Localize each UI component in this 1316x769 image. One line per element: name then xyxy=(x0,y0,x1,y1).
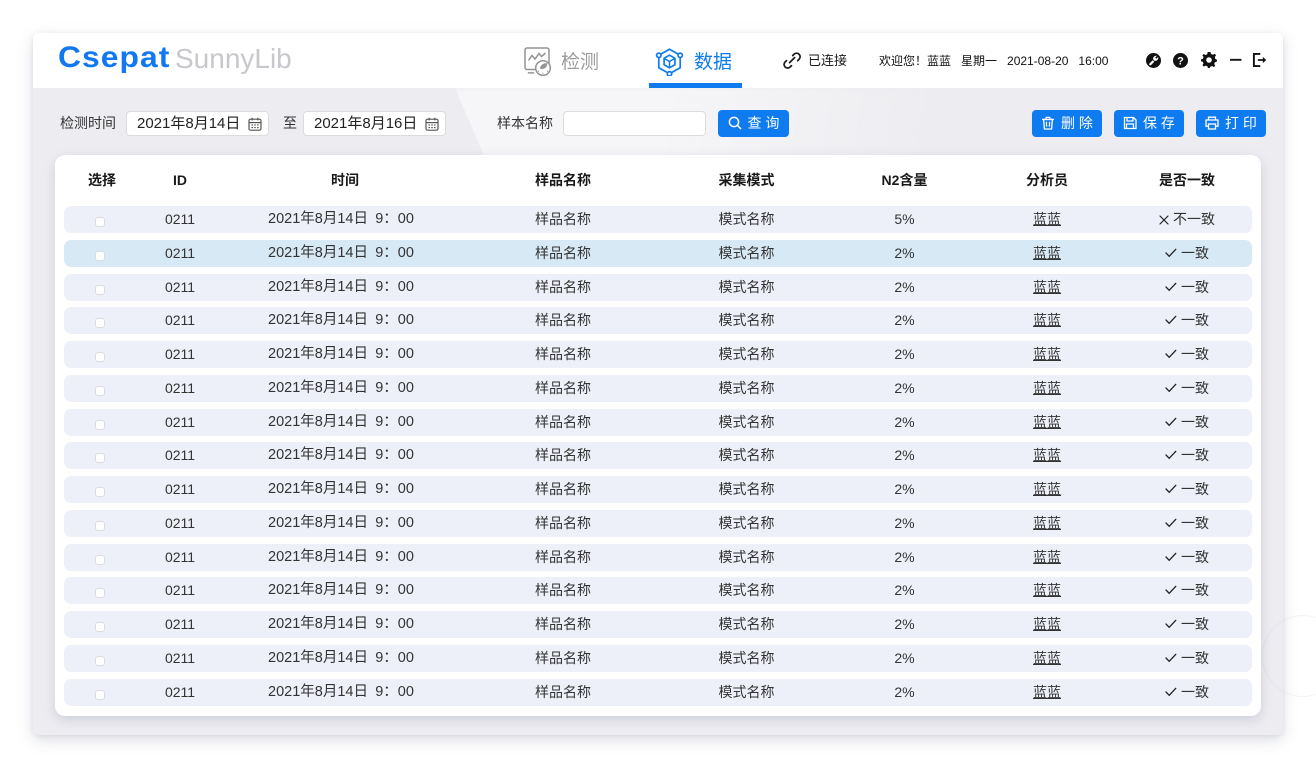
svg-text:?: ? xyxy=(1177,55,1184,67)
